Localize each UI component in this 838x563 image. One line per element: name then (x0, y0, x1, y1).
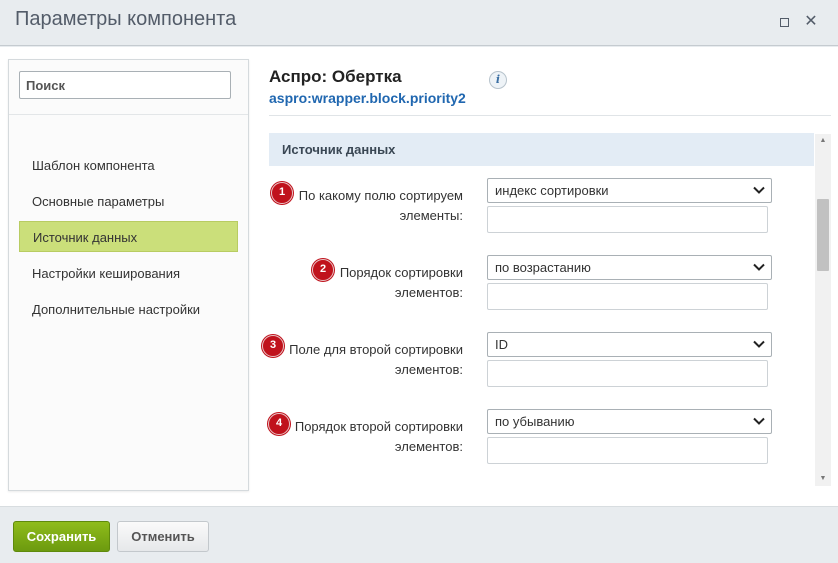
field-row-second-sort-by: 3 Поле для второй сортировки элементов: … (262, 331, 814, 401)
sidebar-divider (9, 114, 248, 115)
second-sort-order-select[interactable]: по убыванию (487, 409, 772, 434)
chevron-down-icon (753, 417, 765, 425)
field-label-line: Порядок сортировки (339, 265, 463, 280)
second-sort-field-select[interactable]: ID (487, 332, 772, 357)
dialog-footer: Сохранить Отменить (0, 506, 838, 563)
select-value: по возрастанию (495, 260, 591, 275)
dialog-titlebar: Параметры компонента ✕ (0, 0, 838, 46)
step-badge: 1 (271, 182, 293, 204)
step-badge: 2 (312, 259, 334, 281)
sort-order-text-input[interactable] (487, 283, 768, 310)
field-row-sort-order: 2 Порядок сортировки элементов: по возра… (269, 254, 814, 324)
chevron-down-icon (753, 263, 765, 271)
maximize-icon[interactable] (776, 14, 792, 30)
sidebar-item-cache-settings[interactable]: Настройки кеширования (19, 258, 238, 289)
component-title: Аспро: Обертка (269, 67, 402, 86)
sort-field-select[interactable]: индекс сортировки (487, 178, 772, 203)
field-label-line: Поле для второй сортировки (289, 342, 463, 357)
vertical-scrollbar[interactable]: ▲ ▼ (815, 134, 831, 486)
field-row-sort-by: 1 По какому полю сортируем элементы: инд… (269, 177, 814, 247)
main-panel: Аспро: Обертка aspro:wrapper.block.prior… (262, 47, 838, 506)
field-label-line: По какому полю сортируем (298, 188, 463, 203)
save-button[interactable]: Сохранить (13, 521, 110, 552)
chevron-down-icon (753, 340, 765, 348)
section-header: Источник данных (269, 133, 814, 166)
sort-field-text-input[interactable] (487, 206, 768, 233)
field-label-line: Порядок второй сортировки (294, 419, 463, 434)
close-icon[interactable]: ✕ (803, 14, 819, 30)
sort-order-select[interactable]: по возрастанию (487, 255, 772, 280)
second-sort-field-text-input[interactable] (487, 360, 768, 387)
second-sort-order-text-input[interactable] (487, 437, 768, 464)
dialog-title: Параметры компонента (15, 8, 237, 30)
component-code: aspro:wrapper.block.priority2 (269, 90, 466, 106)
step-badge: 3 (262, 335, 284, 357)
scroll-up-icon[interactable]: ▲ (815, 134, 831, 148)
select-value: ID (495, 337, 508, 352)
field-label: Поле для второй сортировки элементов: (289, 340, 463, 380)
field-label-line: элементов: (394, 362, 463, 377)
info-icon[interactable]: i (489, 71, 507, 89)
field-label: По какому полю сортируем элементы: (299, 186, 463, 226)
search-input[interactable] (19, 71, 231, 99)
cancel-button[interactable]: Отменить (117, 521, 209, 552)
field-label: Порядок сортировки элементов: (340, 263, 463, 303)
sidebar-item-additional-settings[interactable]: Дополнительные настройки (19, 294, 238, 325)
field-label: Порядок второй сортировки элементов: (295, 417, 463, 457)
field-row-second-sort-order: 4 Порядок второй сортировки элементов: п… (268, 408, 814, 478)
header-divider (269, 115, 831, 116)
sidebar-item-main-params[interactable]: Основные параметры (19, 186, 238, 217)
field-label-line: элементов: (394, 439, 463, 454)
scroll-down-icon[interactable]: ▼ (815, 472, 831, 486)
chevron-down-icon (753, 186, 765, 194)
field-label-line: элементов: (394, 285, 463, 300)
dialog-content: Шаблон компонента Основные параметры Ист… (0, 47, 838, 506)
select-value: индекс сортировки (495, 183, 609, 198)
field-label-line: элементы: (399, 208, 463, 223)
sidebar-item-data-source[interactable]: Источник данных (19, 221, 238, 252)
sidebar-item-template[interactable]: Шаблон компонента (19, 150, 238, 181)
step-badge: 4 (268, 413, 290, 435)
scroll-thumb[interactable] (817, 199, 829, 271)
select-value: по убыванию (495, 414, 575, 429)
sidebar: Шаблон компонента Основные параметры Ист… (8, 59, 249, 491)
